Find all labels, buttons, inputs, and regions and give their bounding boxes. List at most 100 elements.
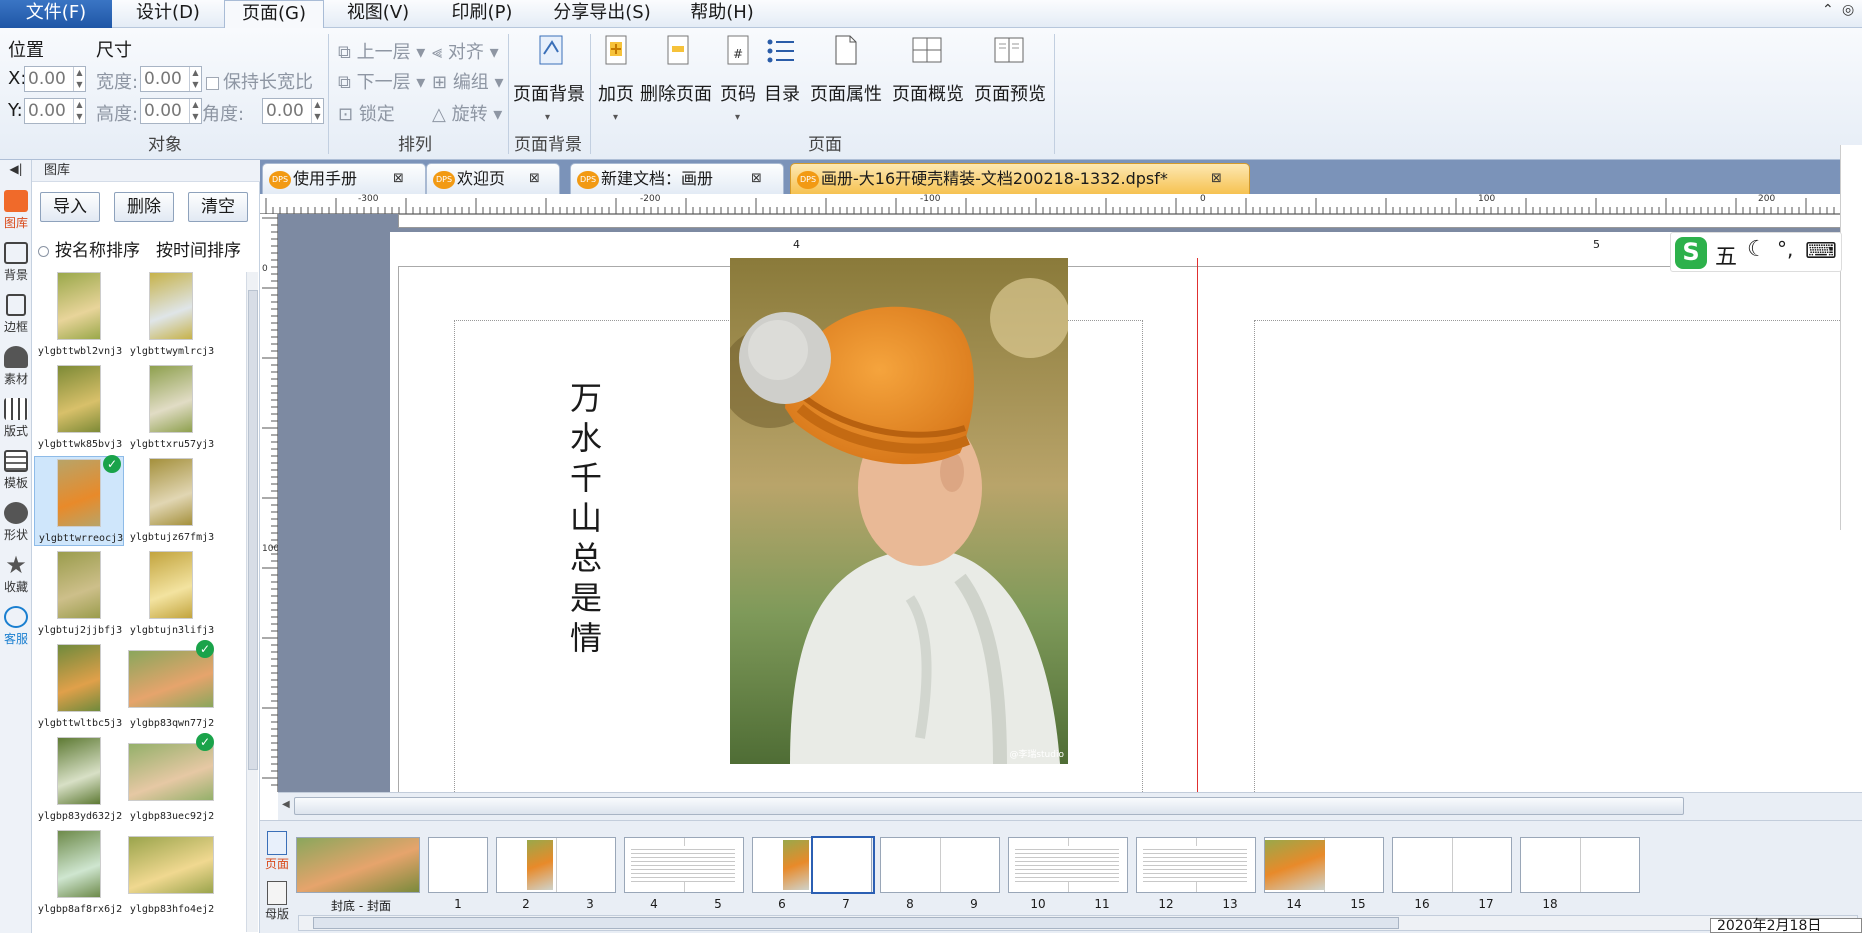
keyboard-icon[interactable]: ⌨	[1805, 239, 1837, 264]
ime-mode[interactable]: 五	[1715, 239, 1737, 271]
library-thumbnail[interactable]: ylgbp8af8rx6j2	[34, 828, 124, 918]
bring-up-button[interactable]: ⧉ 上一层 ▾	[338, 38, 425, 64]
scroll-thumb[interactable]	[294, 797, 1684, 815]
page-spread[interactable]	[1520, 837, 1640, 893]
page-spread[interactable]	[880, 837, 1000, 893]
leftbar-layout[interactable]: 版式	[0, 398, 32, 439]
page-properties-button[interactable]: 页面属性	[808, 80, 884, 106]
sort-by-time-radio[interactable]: 按时间排序	[156, 236, 246, 261]
page-overview-button[interactable]: 页面概览	[890, 80, 966, 106]
page-number-label: 18	[1542, 897, 1558, 911]
layout-icon	[4, 398, 28, 420]
rotate-button[interactable]: △ 旋转 ▾	[432, 100, 502, 126]
page-number-button[interactable]: 页码	[718, 80, 758, 106]
add-page-button[interactable]: 加页	[596, 80, 636, 106]
tab-new-document[interactable]: DPS 新建文档：画册 ⊠	[570, 163, 784, 194]
tab-welcome[interactable]: DPS 欢迎页 ⊠	[426, 163, 560, 194]
send-down-button[interactable]: ⧉ 下一层 ▾	[338, 68, 425, 94]
library-thumbnail[interactable]: ylgbp83qwn77j2 ✓	[126, 640, 216, 732]
tab-album-document[interactable]: DPS 画册-大16开硬壳精装-文档200218-1332.dpsf* ⊠	[790, 163, 1250, 194]
width-input[interactable]: 0.00 ▲ ▼	[140, 66, 202, 92]
close-tab-icon[interactable]: ⊠	[1211, 164, 1222, 193]
y-input[interactable]: 0.00 ▲ ▼	[24, 98, 86, 124]
menu-file[interactable]: 文件(F)	[0, 0, 112, 28]
leftbar-support[interactable]: 客服	[0, 606, 32, 647]
strip-scrollbar[interactable]	[298, 915, 1858, 931]
close-tab-icon[interactable]: ⊠	[529, 164, 540, 193]
scroll-left-icon[interactable]: ◀	[282, 799, 290, 810]
vertical-title-text[interactable]: 万水千山总是情	[570, 378, 610, 658]
leftbar-favorites[interactable]: ★ 收藏	[0, 553, 32, 595]
library-thumbnail[interactable]: ylgbttwrreocj3 ✓	[34, 455, 124, 546]
page-background-button[interactable]: 页面背景	[510, 80, 588, 106]
close-tab-icon[interactable]: ⊠	[393, 164, 404, 193]
library-thumbnail[interactable]: ylgbtujz67fmj3	[126, 456, 216, 546]
collapse-panel-icon[interactable]: ◀|	[0, 162, 32, 176]
tab-manual[interactable]: DPS 使用手册 ⊠	[262, 163, 426, 194]
library-thumbnail[interactable]: ylgbttwymlrcj3	[126, 270, 216, 360]
library-thumbnail[interactable]: ylgbttxru57yj3	[126, 363, 216, 453]
delete-button[interactable]: 删除	[114, 192, 174, 222]
group-button[interactable]: ⊞ 编组 ▾	[432, 68, 504, 94]
menu-share-export[interactable]: 分享导出(S)	[532, 0, 672, 28]
page-spread[interactable]	[1264, 837, 1384, 893]
page-canvas[interactable]: 4 5 万水千山总是情 @李瑞studio	[278, 214, 1862, 792]
page-spread[interactable]	[1392, 837, 1512, 893]
child-photo[interactable]: @李瑞studio	[730, 258, 1068, 764]
leftbar-border[interactable]: 边框	[0, 294, 32, 335]
thumbnail-caption: ylgbp8af8rx6j2	[37, 904, 123, 915]
help-icon[interactable]: ◎	[1842, 2, 1854, 18]
moon-icon[interactable]: ☾	[1747, 237, 1767, 262]
document-tab-bar: DPS 使用手册 ⊠ DPS 欢迎页 ⊠ DPS 新建文档：画册 ⊠ DPS 画册-大16开硬…	[260, 160, 1862, 194]
page-thumbnail-strip: 页面 母版 封底 - 封面 1 2 3 4 5 6 7 8 9 10 11 12 13 14 15 16 17 18	[260, 820, 1862, 933]
minimize-ribbon-icon[interactable]: ⌃	[1822, 2, 1834, 18]
page-spread[interactable]	[1008, 837, 1128, 893]
library-thumbnail[interactable]: ylgbp83yd632j2	[34, 735, 124, 825]
page-spread[interactable]	[496, 837, 616, 893]
page-preview-button[interactable]: 页面预览	[972, 80, 1048, 106]
thumbnail-caption: ylgbp83uec92j2	[129, 811, 215, 822]
punctuation-icon[interactable]: °,	[1777, 237, 1793, 261]
library-thumbnail[interactable]: ylgbttwltbc5j3	[34, 642, 124, 732]
ime-toolbar[interactable]: S 五 ☾ °, ⌨	[1670, 232, 1842, 272]
menu-help[interactable]: 帮助(H)	[672, 0, 772, 28]
strip-master-tab[interactable]: 母版	[262, 881, 292, 922]
library-thumbnail[interactable]: ylgbp83uec92j2 ✓	[126, 733, 216, 825]
clear-button[interactable]: 清空	[188, 192, 248, 222]
height-input[interactable]: 0.00 ▲ ▼	[140, 98, 202, 124]
leftbar-shape[interactable]: 形状	[0, 502, 32, 543]
library-scrollbar[interactable]	[246, 272, 258, 932]
page-spread[interactable]	[624, 837, 744, 893]
library-thumbnail[interactable]: ylgbtuj2jjbfj3	[34, 549, 124, 639]
strip-page-tab[interactable]: 页面	[262, 831, 292, 872]
leftbar-material[interactable]: 素材	[0, 346, 32, 387]
import-button[interactable]: 导入	[40, 192, 100, 222]
leftbar-library[interactable]: 图库	[0, 190, 32, 231]
library-thumbnail[interactable]: ylgbttwbl2vnj3	[34, 270, 124, 360]
toc-button[interactable]: 目录	[762, 80, 802, 106]
spread-cover[interactable]	[296, 837, 420, 893]
align-button[interactable]: ⫷ 对齐 ▾	[432, 38, 499, 64]
angle-input[interactable]: 0.00 ▲ ▼	[262, 98, 324, 124]
leftbar-template[interactable]: 模板	[0, 450, 32, 491]
canvas-horizontal-scrollbar[interactable]: ◀	[278, 792, 1862, 820]
library-thumbnail[interactable]: ylgbttwk85bvj3	[34, 363, 124, 453]
library-thumbnail[interactable]: ylgbp83hfo4ej2	[126, 828, 216, 918]
sort-by-name-radio[interactable]: 按名称排序	[38, 236, 156, 261]
x-input[interactable]: 0.00 ▲ ▼	[24, 66, 86, 92]
lock-button[interactable]: ⊡ 锁定	[338, 100, 395, 126]
library-thumbnail[interactable]: ylgbtujn3lifj3	[126, 549, 216, 639]
svg-text:#: #	[733, 47, 743, 61]
menu-page[interactable]: 页面(G)	[224, 0, 324, 29]
leftbar-background[interactable]: 背景	[0, 242, 32, 283]
menu-print[interactable]: 印刷(P)	[432, 0, 532, 28]
delete-page-button[interactable]: 删除页面	[638, 80, 714, 106]
keep-ratio-checkbox[interactable]: 保持长宽比	[206, 68, 313, 94]
menu-design[interactable]: 设计(D)	[112, 0, 224, 28]
page-thumb[interactable]	[428, 837, 488, 893]
page-spread[interactable]	[1136, 837, 1256, 893]
close-tab-icon[interactable]: ⊠	[751, 164, 762, 193]
menu-view[interactable]: 视图(V)	[324, 0, 432, 28]
height-label: 高度:	[96, 104, 139, 125]
page-spread[interactable]	[752, 836, 875, 894]
